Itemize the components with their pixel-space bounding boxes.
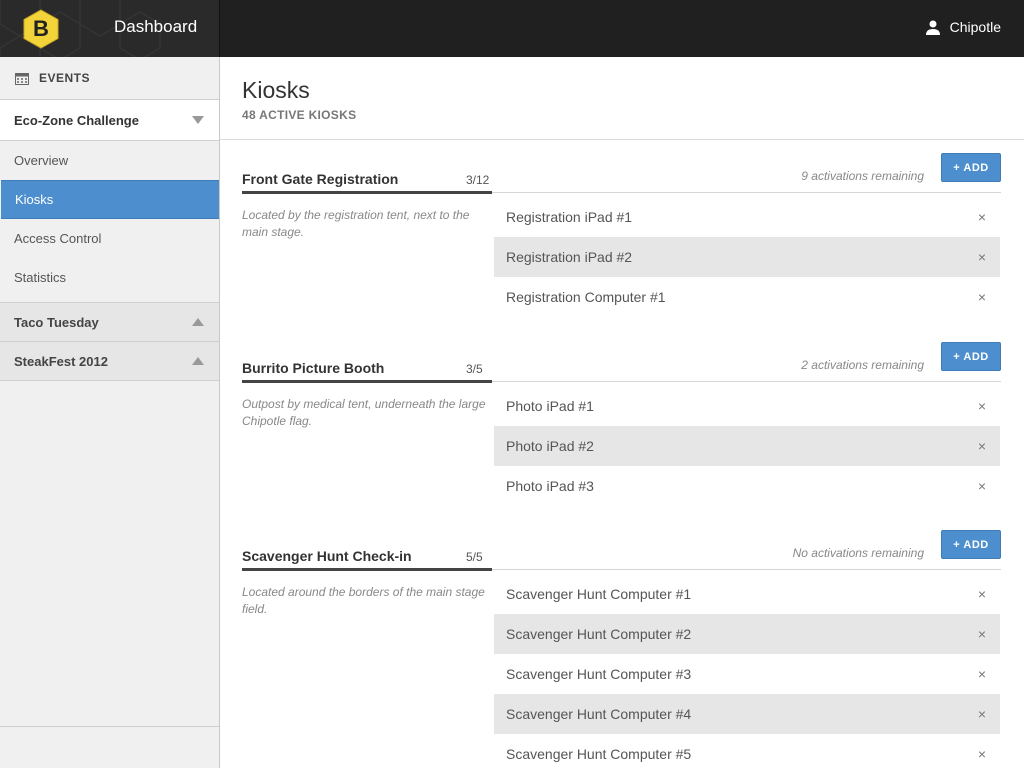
kiosk-name: Photo iPad #3	[506, 478, 594, 494]
remove-icon[interactable]: ×	[978, 478, 986, 494]
group-count: 3/5	[466, 362, 483, 376]
kiosk-row[interactable]: Scavenger Hunt Computer #2 ×	[494, 614, 1000, 654]
kiosk-name: Scavenger Hunt Computer #5	[506, 746, 692, 762]
divider	[242, 191, 492, 194]
main-content: Kiosks 48 ACTIVE KIOSKS Front Gate Regis…	[220, 57, 1024, 768]
event-label: Taco Tuesday	[14, 314, 99, 330]
kiosk-name: Photo iPad #1	[506, 398, 594, 414]
add-kiosk-button[interactable]: + ADD	[941, 530, 1001, 559]
sidebar-item-statistics[interactable]: Statistics	[0, 258, 219, 297]
activations-remaining: 9 activations remaining	[801, 169, 924, 183]
event-selector-label: Eco-Zone Challenge	[14, 112, 139, 128]
sidebar: EVENTS Eco-Zone Challenge Overview Kiosk…	[0, 57, 220, 768]
remove-icon[interactable]: ×	[978, 746, 986, 762]
kiosk-row[interactable]: Photo iPad #2 ×	[494, 426, 1000, 466]
group-description: Outpost by medical tent, underneath the …	[242, 397, 486, 428]
kiosk-name: Scavenger Hunt Computer #3	[506, 666, 692, 682]
user-menu[interactable]: Chipotle	[925, 19, 1001, 35]
kiosk-row[interactable]: Registration Computer #1 ×	[494, 277, 1000, 317]
divider	[242, 380, 492, 383]
remove-icon[interactable]: ×	[978, 626, 986, 642]
group-name: Scavenger Hunt Check-in	[242, 548, 412, 564]
user-icon	[925, 20, 940, 35]
event-taco-tuesday[interactable]: Taco Tuesday	[0, 303, 219, 342]
sidebar-item-kiosks[interactable]: Kiosks	[1, 180, 219, 219]
kiosk-list: Photo iPad #1 × Photo iPad #2 × Photo iP…	[494, 386, 1000, 506]
kiosk-name: Registration Computer #1	[506, 289, 666, 305]
remove-icon[interactable]: ×	[978, 666, 986, 682]
event-selector[interactable]: Eco-Zone Challenge	[0, 100, 219, 141]
group-header: Front Gate Registration 3/12 9 activatio…	[242, 153, 1001, 194]
events-header: EVENTS	[0, 57, 219, 100]
kiosk-name: Registration iPad #2	[506, 249, 633, 265]
divider	[492, 192, 1001, 193]
kiosk-row[interactable]: Scavenger Hunt Computer #3 ×	[494, 654, 1000, 694]
kiosk-name: Photo iPad #2	[506, 438, 594, 454]
add-kiosk-button[interactable]: + ADD	[941, 153, 1001, 182]
chevron-up-icon	[192, 318, 204, 326]
divider	[492, 569, 1001, 570]
group-count: 3/12	[466, 173, 490, 187]
remove-icon[interactable]: ×	[978, 586, 986, 602]
kiosk-name: Scavenger Hunt Computer #2	[506, 626, 692, 642]
divider	[242, 568, 492, 571]
kiosk-group: Scavenger Hunt Check-in 5/5 No activatio…	[242, 530, 1001, 762]
kiosk-name: Registration iPad #1	[506, 209, 633, 225]
remove-icon[interactable]: ×	[978, 289, 986, 305]
group-header: Burrito Picture Booth 3/5 2 activations …	[242, 342, 1001, 383]
divider	[0, 726, 219, 727]
page-title: Kiosks	[242, 77, 310, 103]
user-name: Chipotle	[949, 19, 1001, 35]
logo-letter: B	[33, 16, 49, 41]
divider	[492, 381, 1001, 382]
event-steakfest-2012[interactable]: SteakFest 2012	[0, 342, 219, 381]
group-count: 5/5	[466, 550, 483, 564]
kiosk-row[interactable]: Registration iPad #2 ×	[494, 237, 1000, 277]
kiosk-list: Registration iPad #1 × Registration iPad…	[494, 197, 1000, 317]
activations-remaining: 2 activations remaining	[801, 358, 924, 372]
group-description: Located around the borders of the main s…	[242, 585, 485, 616]
page-subtitle: 48 ACTIVE KIOSKS	[242, 108, 357, 122]
kiosk-group: Front Gate Registration 3/12 9 activatio…	[242, 153, 1001, 305]
kiosk-row[interactable]: Scavenger Hunt Computer #5 ×	[494, 734, 1000, 768]
remove-icon[interactable]: ×	[978, 209, 986, 225]
kiosk-name: Scavenger Hunt Computer #1	[506, 586, 692, 602]
sidebar-item-access-control[interactable]: Access Control	[0, 219, 219, 258]
remove-icon[interactable]: ×	[978, 706, 986, 722]
remove-icon[interactable]: ×	[978, 398, 986, 414]
brand-area[interactable]: B Dashboard	[0, 0, 220, 57]
group-name: Front Gate Registration	[242, 171, 399, 187]
kiosk-row[interactable]: Photo iPad #3 ×	[494, 466, 1000, 506]
kiosk-list: Scavenger Hunt Computer #1 × Scavenger H…	[494, 574, 1000, 768]
group-header: Scavenger Hunt Check-in 5/5 No activatio…	[242, 530, 1001, 571]
kiosk-group: Burrito Picture Booth 3/5 2 activations …	[242, 342, 1001, 494]
activations-remaining: No activations remaining	[792, 546, 924, 560]
remove-icon[interactable]: ×	[978, 249, 986, 265]
group-description: Located by the registration tent, next t…	[242, 208, 470, 239]
kiosk-row[interactable]: Registration iPad #1 ×	[494, 197, 1000, 237]
event-label: SteakFest 2012	[14, 353, 108, 369]
kiosk-row[interactable]: Scavenger Hunt Computer #1 ×	[494, 574, 1000, 614]
kiosk-name: Scavenger Hunt Computer #4	[506, 706, 692, 722]
remove-icon[interactable]: ×	[978, 438, 986, 454]
group-name: Burrito Picture Booth	[242, 360, 385, 376]
add-kiosk-button[interactable]: + ADD	[941, 342, 1001, 371]
kiosk-row[interactable]: Photo iPad #1 ×	[494, 386, 1000, 426]
events-label: EVENTS	[39, 71, 91, 85]
top-bar: B Dashboard Chipotle	[0, 0, 1024, 57]
chevron-down-icon	[192, 116, 204, 124]
app-title: Dashboard	[114, 17, 198, 36]
chevron-up-icon	[192, 357, 204, 365]
calendar-icon	[15, 72, 29, 85]
page-header: Kiosks 48 ACTIVE KIOSKS	[220, 57, 1024, 140]
kiosk-row[interactable]: Scavenger Hunt Computer #4 ×	[494, 694, 1000, 734]
sidebar-item-overview[interactable]: Overview	[0, 141, 219, 180]
